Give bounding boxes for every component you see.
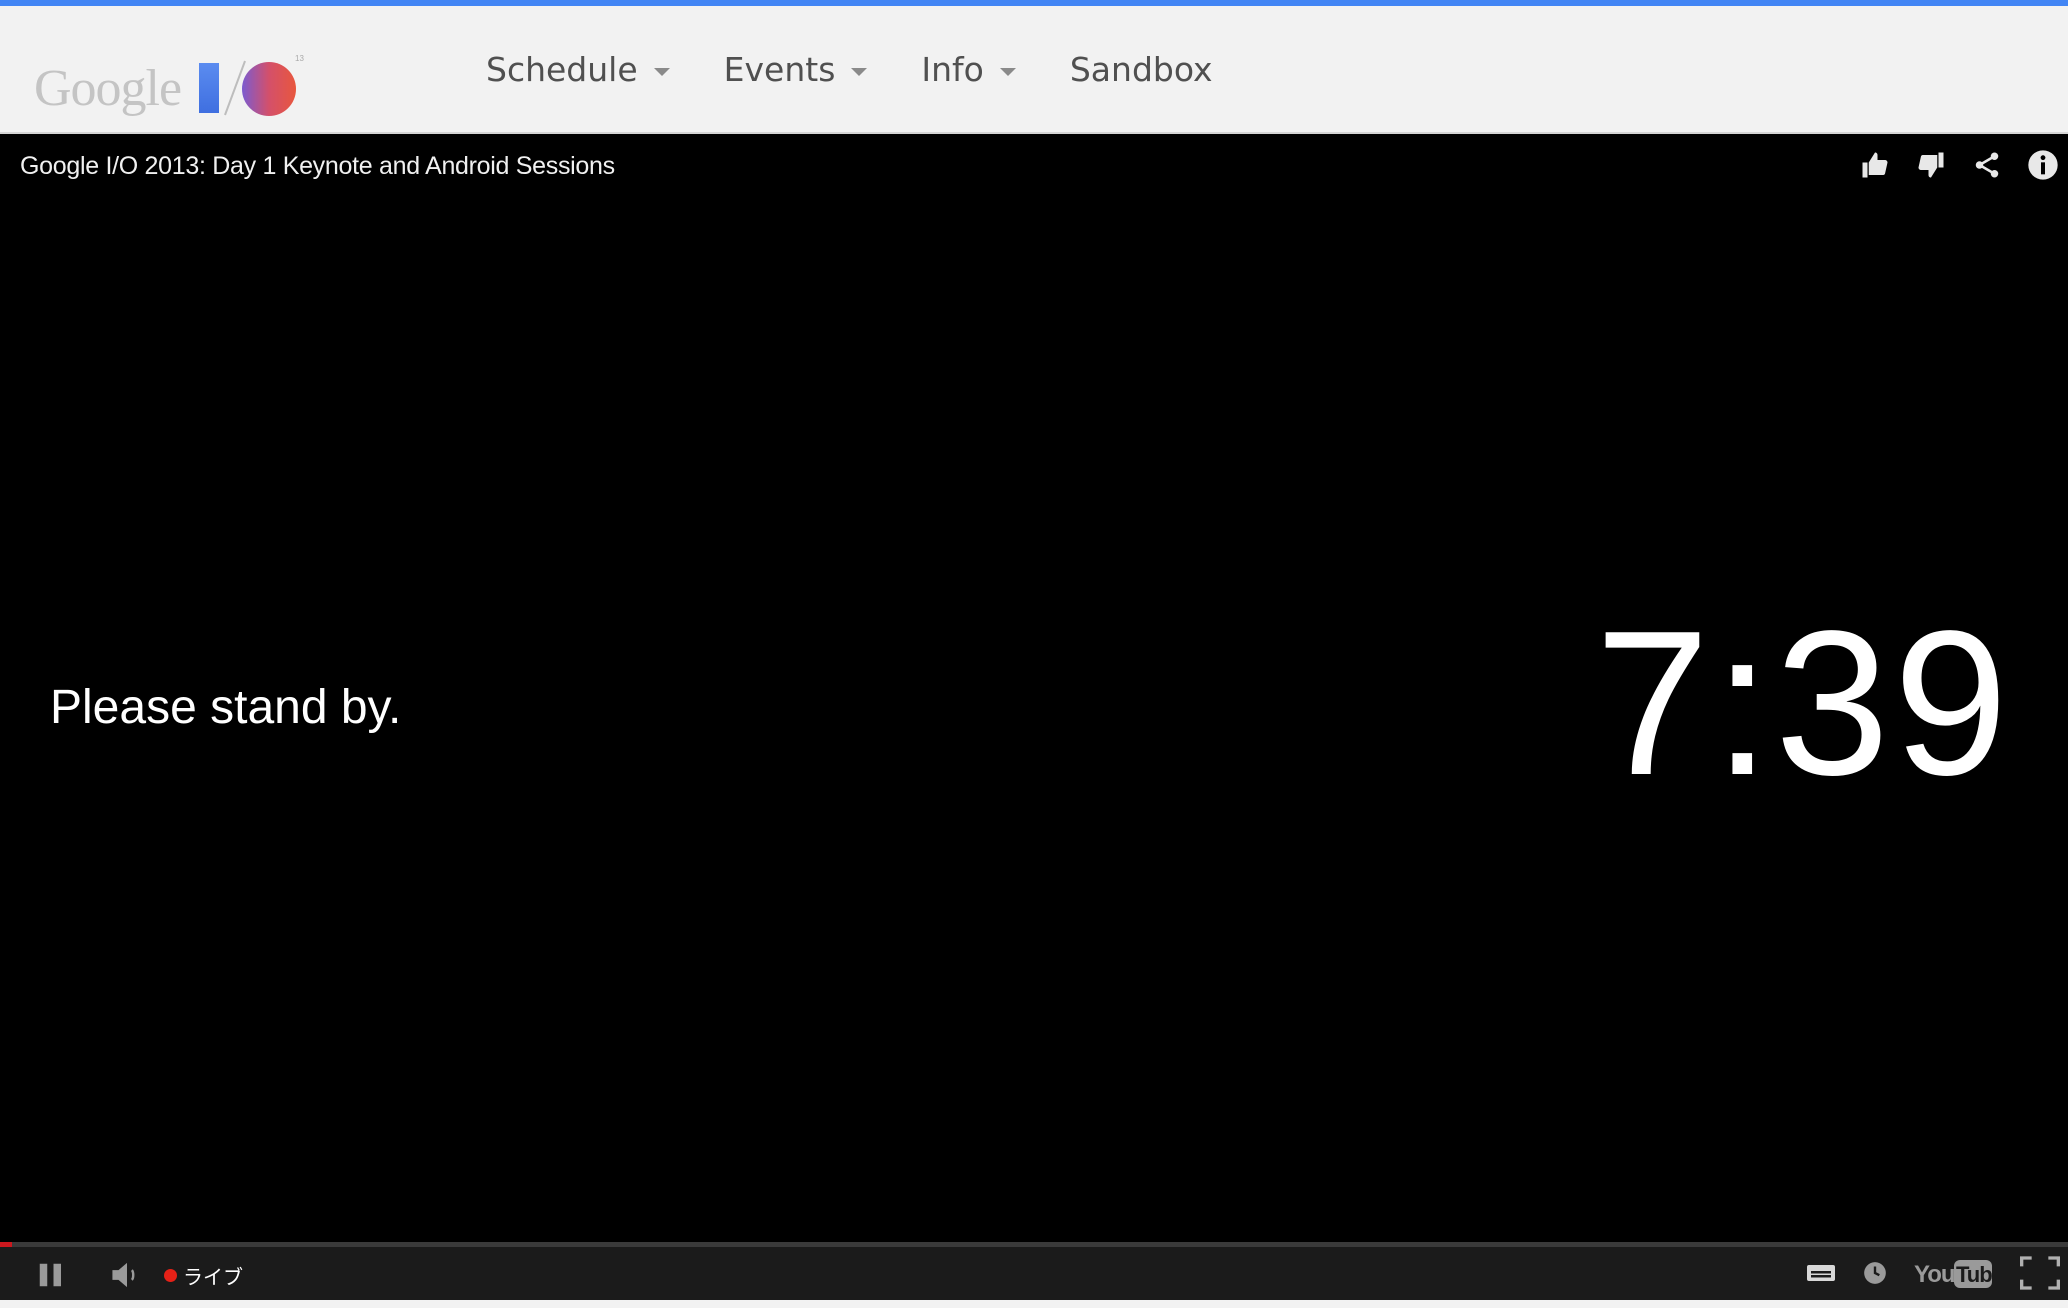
nav-schedule[interactable]: Schedule xyxy=(486,50,670,89)
logo-wordmark: Google xyxy=(34,59,182,117)
nav-info[interactable]: Info xyxy=(921,50,1016,89)
standby-message: Please stand by. xyxy=(50,681,402,734)
progress-bar[interactable] xyxy=(0,1242,2068,1247)
chevron-down-icon xyxy=(999,67,1016,76)
progress-fill xyxy=(0,1242,13,1247)
google-io-logo[interactable]: Google 13 xyxy=(34,48,309,128)
nav-sandbox[interactable]: Sandbox xyxy=(1070,50,1213,89)
site-header: Google 13 Schedule Events Info Sandbox xyxy=(0,6,2068,134)
svg-text:13: 13 xyxy=(295,54,304,63)
page-bottom-strip xyxy=(0,1300,2068,1308)
live-badge[interactable]: ライブ xyxy=(164,1261,243,1290)
share-icon[interactable] xyxy=(1970,148,2004,182)
player-actions xyxy=(1858,148,2060,182)
player-controls: ライブ You Tube xyxy=(0,1242,2068,1300)
thumbs-up-icon[interactable] xyxy=(1858,148,1892,182)
main-nav: Schedule Events Info Sandbox xyxy=(486,50,1213,89)
thumbs-down-icon[interactable] xyxy=(1914,148,1948,182)
svg-text:Tube: Tube xyxy=(1956,1262,1994,1287)
live-dot-icon xyxy=(164,1268,177,1282)
pause-button[interactable] xyxy=(36,1260,66,1290)
video-title[interactable]: Google I/O 2013: Day 1 Keynote and Andro… xyxy=(20,152,615,181)
nav-events-label: Events xyxy=(723,50,836,89)
video-player[interactable]: Google I/O 2013: Day 1 Keynote and Andro… xyxy=(0,134,2068,1242)
svg-text:You: You xyxy=(1914,1261,1955,1288)
io-logo-icon: 13 xyxy=(199,54,305,116)
controls-left: ライブ xyxy=(36,1260,243,1290)
controls-right: You Tube xyxy=(1806,1256,2060,1290)
nav-schedule-label: Schedule xyxy=(486,50,638,89)
chevron-down-icon xyxy=(851,67,868,76)
live-label: ライブ xyxy=(183,1264,243,1289)
watch-later-button[interactable] xyxy=(1862,1260,1888,1286)
nav-events[interactable]: Events xyxy=(724,50,868,89)
nav-info-label: Info xyxy=(921,50,984,89)
chevron-down-icon xyxy=(653,67,670,76)
info-icon[interactable] xyxy=(2026,148,2060,182)
fullscreen-button[interactable] xyxy=(2020,1256,2060,1290)
volume-button[interactable] xyxy=(110,1260,144,1290)
countdown-timer: 7:39 xyxy=(1595,588,2012,818)
nav-sandbox-label: Sandbox xyxy=(1069,50,1213,89)
youtube-logo-icon[interactable]: You Tube xyxy=(1914,1256,1994,1290)
captions-button[interactable] xyxy=(1806,1261,1836,1285)
